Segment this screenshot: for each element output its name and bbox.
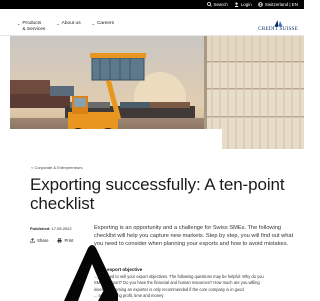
region-label: Switzerland | EN — [264, 2, 298, 7]
article-lead: Exporting is an opportunity and a challe… — [94, 225, 294, 247]
share-button[interactable]: Share — [30, 238, 48, 243]
chevron-down-icon: ⌄ — [17, 21, 21, 26]
main-nav: ⌄ Products & Services ⌄ About us ⌄ Caree… — [0, 9, 304, 36]
chevron-down-icon: ⌄ — [56, 21, 60, 26]
nav-item-careers-label: Careers — [96, 21, 115, 26]
user-icon — [234, 2, 239, 7]
page-title: Exporting successfully: A ten-point chec… — [30, 175, 285, 213]
brand-logo[interactable]: CREDIT SUISSE — [258, 19, 298, 32]
section-body: ...you need to sell your export objectiv… — [94, 274, 298, 299]
globe-icon — [258, 2, 263, 7]
brand-wordmark: CREDIT SUISSE — [258, 26, 298, 32]
search-icon — [206, 2, 212, 7]
published-value: 17.05.2022 — [51, 226, 72, 231]
search-link[interactable]: Search — [206, 2, 228, 7]
nav-item-products[interactable]: ⌄ Products & Services — [17, 21, 45, 32]
region-selector[interactable]: Switzerland | EN — [258, 2, 298, 7]
login-link[interactable]: Login — [234, 2, 252, 7]
share-label: Share — [37, 238, 49, 243]
published-date: Published: 17.05.2022 — [30, 226, 72, 231]
chevron-down-icon: ⌄ — [91, 21, 95, 26]
overlay-mark-icon — [64, 245, 118, 301]
share-icon — [30, 238, 35, 243]
utility-bar: Search Login Switzerland | EN — [0, 0, 304, 9]
nav-item-about-label: About us — [61, 21, 81, 26]
published-label: Published: — [30, 226, 51, 231]
login-label: Login — [240, 2, 252, 7]
content-panel — [10, 129, 222, 151]
body-line: ... experiencing profit, time and money — [94, 292, 164, 298]
search-label: Search — [213, 2, 228, 7]
breadcrumb[interactable]: < Corporate & Entrepreneurs — [31, 165, 82, 170]
nav-item-careers[interactable]: ⌄ Careers — [92, 21, 114, 32]
nav-item-products-label: Products & Services — [22, 21, 46, 32]
nav-item-about[interactable]: ⌄ About us — [56, 21, 80, 32]
